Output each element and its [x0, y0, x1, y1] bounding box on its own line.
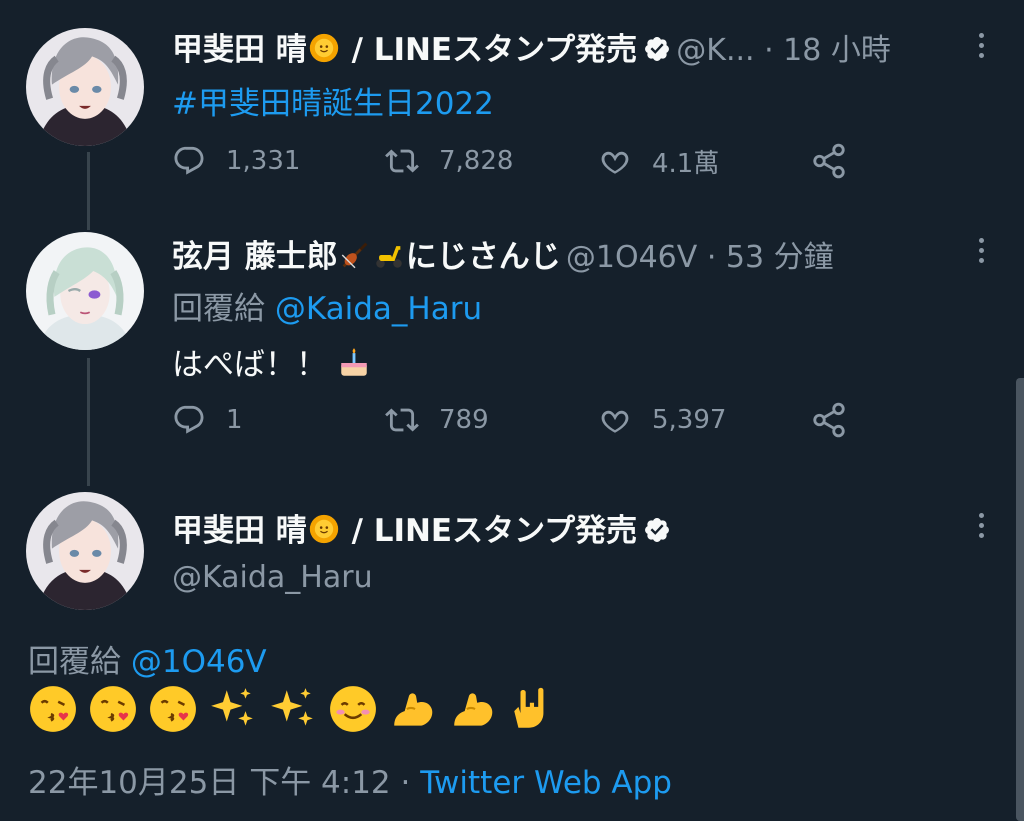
- like-button[interactable]: 4.1萬: [598, 141, 719, 181]
- display-name[interactable]: 甲斐田 晴: [172, 32, 307, 68]
- tweet-timestamp[interactable]: 22年10月25日 下午 4:12 ·: [28, 765, 420, 801]
- reply-context: 回覆給 @Kaida_Haru: [172, 283, 482, 328]
- like-icon: [598, 403, 632, 437]
- tweet-header: 甲斐田 晴 / LINEスタンプ発売: [172, 505, 671, 550]
- source-link[interactable]: Twitter Web App: [420, 765, 672, 801]
- more-icon[interactable]: [978, 33, 986, 63]
- mention-link[interactable]: @1O46V: [131, 644, 267, 680]
- flexed-biceps-emoji: [448, 684, 498, 734]
- share-button[interactable]: [810, 400, 868, 440]
- reply-button[interactable]: 1,331: [172, 141, 300, 181]
- handle[interactable]: @1O46V: [566, 240, 697, 275]
- reply-count: 1: [226, 405, 243, 435]
- reply-context: 回覆給 @1O46V: [28, 636, 267, 681]
- more-icon[interactable]: [978, 238, 986, 268]
- sun-emoji: [307, 512, 341, 546]
- mention-link[interactable]: @Kaida_Haru: [275, 291, 482, 327]
- scooter-emoji: [372, 238, 406, 272]
- share-button[interactable]: [810, 141, 868, 181]
- like-button[interactable]: 5,397: [598, 400, 726, 440]
- thread-connector-line: [87, 358, 90, 486]
- tweet-header: 弦月 藤士郎 にじさんじ @1O46V · 53 分鐘: [172, 231, 834, 276]
- display-name-suffix[interactable]: / LINEスタンプ発売: [341, 513, 638, 549]
- verified-icon: [643, 516, 671, 544]
- verified-icon: [643, 35, 671, 63]
- reply-icon: [172, 144, 206, 178]
- display-name[interactable]: 弦月 藤士郎: [172, 239, 338, 275]
- reply-icon: [172, 403, 206, 437]
- tweet-meta: 22年10月25日 下午 4:12 · Twitter Web App: [28, 757, 672, 802]
- avatar[interactable]: [26, 28, 144, 146]
- avatar[interactable]: [26, 492, 144, 610]
- tweet-emoji-body: [28, 684, 568, 734]
- retweet-icon: [385, 144, 419, 178]
- display-name-suffix[interactable]: / LINEスタンプ発売: [341, 32, 638, 68]
- kiss-emoji: [88, 684, 138, 734]
- smiling-emoji: [328, 684, 378, 734]
- hashtag-link[interactable]: #甲斐田晴誕生日2022: [172, 78, 494, 123]
- like-count: 5,397: [652, 405, 727, 435]
- kiss-emoji: [148, 684, 198, 734]
- like-count: 4.1萬: [652, 148, 720, 179]
- tweet-body: はぺば！！: [172, 347, 327, 383]
- display-name[interactable]: 甲斐田 晴: [172, 513, 307, 549]
- display-name-suffix[interactable]: にじさんじ: [406, 239, 561, 275]
- like-icon: [598, 144, 632, 178]
- violin-emoji: [338, 238, 372, 272]
- tweet-text: はぺば！！: [172, 339, 371, 384]
- timestamp[interactable]: · 18 小時: [755, 33, 891, 68]
- reply-button[interactable]: 1: [172, 400, 243, 440]
- retweet-button[interactable]: 7,828: [385, 141, 513, 181]
- sparkles-emoji: [208, 684, 258, 734]
- share-icon: [810, 142, 848, 180]
- reply-prefix: 回覆給: [172, 291, 275, 327]
- retweet-count: 789: [439, 405, 489, 435]
- cake-emoji: [337, 346, 371, 380]
- rock-on-emoji: [508, 684, 558, 734]
- scrollbar[interactable]: [1016, 378, 1024, 821]
- tweet-header: 甲斐田 晴 / LINEスタンプ発売 @K... · 18 小時: [172, 24, 891, 69]
- more-icon[interactable]: [978, 513, 986, 543]
- thread-connector-line: [87, 152, 90, 230]
- flexed-biceps-emoji: [388, 684, 438, 734]
- retweet-count: 7,828: [439, 146, 514, 176]
- retweet-button[interactable]: 789: [385, 400, 489, 440]
- reply-prefix: 回覆給: [28, 644, 131, 680]
- timestamp[interactable]: · 53 分鐘: [697, 240, 834, 275]
- reply-count: 1,331: [226, 146, 301, 176]
- avatar[interactable]: [26, 232, 144, 350]
- handle[interactable]: @K...: [676, 33, 754, 68]
- sun-emoji: [307, 31, 341, 65]
- handle[interactable]: @Kaida_Haru: [172, 560, 373, 595]
- sparkles-emoji: [268, 684, 318, 734]
- share-icon: [810, 401, 848, 439]
- kiss-emoji: [28, 684, 78, 734]
- retweet-icon: [385, 403, 419, 437]
